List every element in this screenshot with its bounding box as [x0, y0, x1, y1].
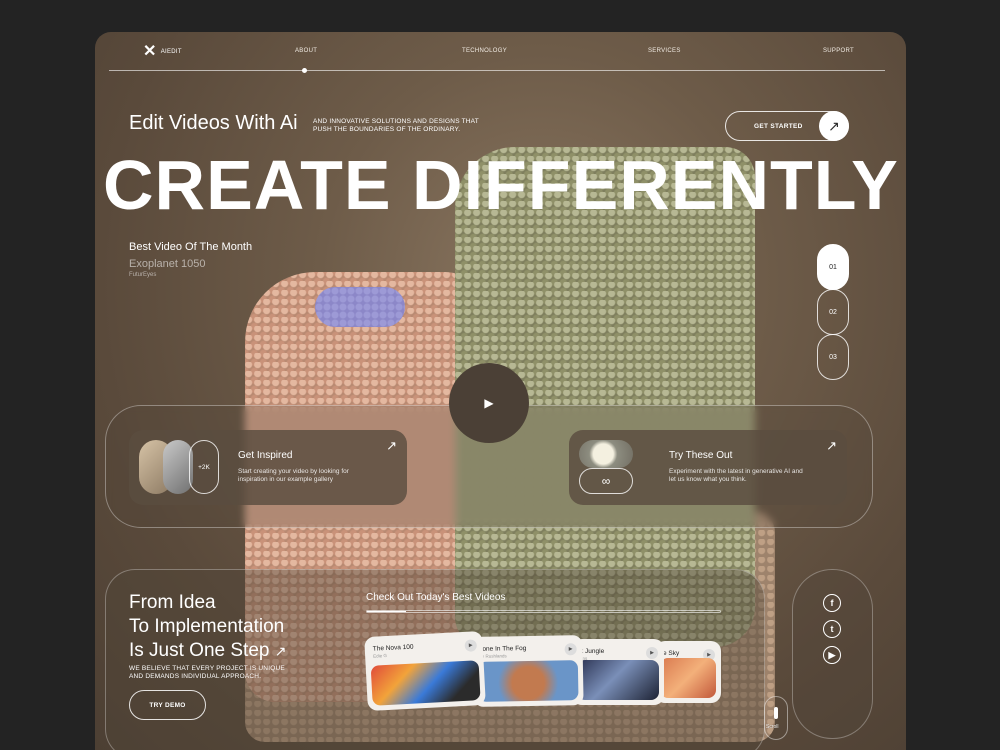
video-card[interactable]: e Sky s ▶	[655, 641, 721, 703]
card-title: Get Inspired	[238, 450, 293, 461]
get-started-label: GET STARTED	[754, 123, 803, 130]
video-title: tone In The Fog	[480, 645, 527, 653]
videos-progress-bar[interactable]	[366, 610, 721, 613]
idea-line: To Implementation	[129, 616, 285, 638]
card-description: Start creating your video by looking for…	[238, 468, 349, 483]
video-title: k Jungle	[580, 648, 605, 655]
progress-fill	[367, 611, 406, 612]
try-demo-button[interactable]: TRY DEMO	[129, 690, 206, 720]
featured-video-name[interactable]: Exoplanet 1050	[129, 258, 205, 270]
get-inspired-card[interactable]: +2K Get Inspired Start creating your vid…	[129, 430, 407, 505]
nav-support[interactable]: SUPPORT	[823, 48, 854, 54]
pager-item-03[interactable]: 03	[817, 334, 849, 380]
arrow-up-right-icon: ↗	[274, 643, 287, 660]
scroll-label: Scroll	[766, 724, 779, 730]
video-author: le Rushlands	[480, 653, 507, 659]
video-thumbnail	[370, 660, 481, 706]
flower-thumbnail	[579, 440, 633, 468]
video-title: The Nova 100	[372, 643, 414, 653]
featured-title: Best Video Of The Month	[129, 241, 253, 253]
logo-x-icon: ✕	[143, 43, 157, 60]
card-description: Experiment with the latest in generative…	[669, 468, 803, 483]
pager-item-01[interactable]: 01	[817, 244, 849, 290]
logo-text: AIEDIT	[160, 49, 182, 55]
nav-technology[interactable]: TECHNOLOGY	[462, 48, 507, 54]
try-these-out-card[interactable]: ∞ Try These Out Experiment with the late…	[569, 430, 847, 505]
facebook-icon[interactable]: f	[823, 594, 841, 612]
pager-item-02[interactable]: 02	[817, 289, 849, 335]
play-icon[interactable]: ▶	[464, 639, 478, 652]
scroll-wheel-icon	[774, 707, 778, 719]
idea-line: Is Just One Step	[129, 640, 270, 662]
play-button[interactable]: ▶	[449, 363, 529, 443]
youtube-icon[interactable]: ▶	[823, 646, 841, 664]
nav-services[interactable]: SERVICES	[648, 48, 681, 54]
inspiration-thumbnails: +2K	[139, 440, 219, 494]
app-frame: ✕ AIEDIT ABOUT TECHNOLOGY SERVICES SUPPO…	[95, 32, 906, 750]
video-author: Edie G	[373, 652, 388, 659]
arrow-up-right-icon[interactable]: ↗	[819, 111, 849, 141]
gallery-count-badge: +2K	[189, 440, 219, 494]
hero-subtitle: Edit Videos With Ai	[129, 112, 298, 134]
video-card[interactable]: The Nova 100 Edie G ▶	[364, 630, 486, 712]
top-nav: ✕ AIEDIT ABOUT TECHNOLOGY SERVICES SUPPO…	[95, 32, 906, 73]
nav-divider	[109, 70, 885, 71]
arrow-up-right-icon[interactable]: ↗	[826, 438, 837, 454]
nav-active-indicator	[302, 68, 307, 73]
logo[interactable]: ✕ AIEDIT	[143, 44, 182, 60]
play-icon: ▶	[484, 396, 494, 410]
twitter-icon[interactable]: t	[823, 620, 841, 638]
play-icon[interactable]: ▶	[564, 643, 577, 656]
arrow-up-right-icon[interactable]: ↗	[386, 438, 397, 454]
idea-headline: From Idea To Implementation Is Just One …	[129, 591, 286, 663]
video-card[interactable]: k Jungle ens ▶	[572, 639, 664, 705]
video-title: e Sky	[663, 650, 680, 657]
infinity-icon: ∞	[579, 468, 633, 494]
hero-description: AND INNOVATIVE SOLUTIONS AND DESIGNS THA…	[313, 118, 479, 134]
play-icon[interactable]: ▶	[646, 647, 658, 659]
best-videos-title: Check Out Today's Best Videos	[366, 592, 506, 603]
idea-description: WE BELIEVE THAT EVERY PROJECT IS UNIQUE …	[129, 665, 285, 681]
video-card[interactable]: tone In The Fog le Rushlands ▶	[472, 635, 584, 707]
idea-line: From Idea	[129, 592, 216, 613]
card-title: Try These Out	[669, 450, 733, 461]
video-thumbnail	[477, 660, 579, 702]
hero-headline: CREATE DIFFERENTLY	[103, 146, 899, 224]
featured-author: FuturEyes	[129, 272, 157, 278]
nav-about[interactable]: ABOUT	[295, 48, 317, 54]
video-thumbnail	[577, 660, 659, 700]
video-thumbnail	[660, 658, 716, 698]
sculpture-blue	[315, 287, 405, 327]
